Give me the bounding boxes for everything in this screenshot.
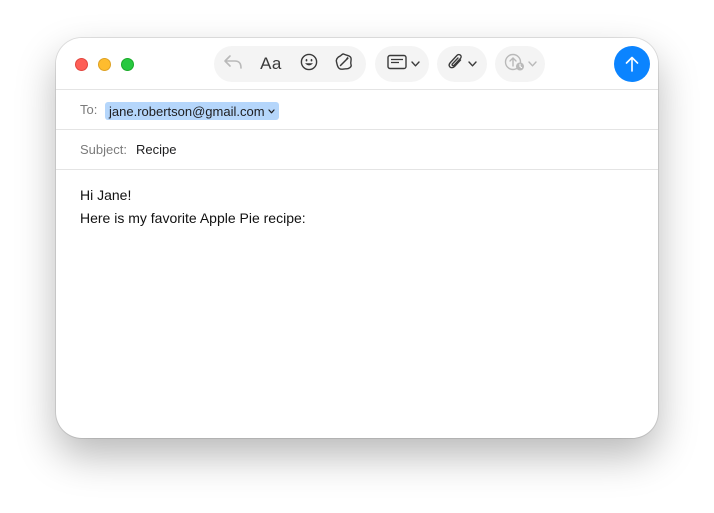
format-toolbar-group: Aa xyxy=(214,46,366,82)
close-window-button[interactable] xyxy=(75,58,88,71)
chevron-down-icon xyxy=(467,61,477,67)
subject-input[interactable]: Recipe xyxy=(136,142,176,157)
subject-field-row: Subject: Recipe xyxy=(56,130,658,170)
header-fields-menu-button[interactable] xyxy=(381,46,425,82)
chevron-down-icon[interactable] xyxy=(267,108,275,114)
format-label: Aa xyxy=(260,54,282,73)
zoom-window-button[interactable] xyxy=(121,58,134,71)
chevron-down-icon xyxy=(527,61,537,67)
send-arrow-up-icon xyxy=(624,55,640,73)
writing-tools-icon xyxy=(334,52,354,77)
header-fields-icon xyxy=(386,54,407,75)
body-line: Hi Jane! xyxy=(80,187,132,203)
header-fields-group xyxy=(375,46,429,82)
to-field-row: To: jane.robertson@gmail.com xyxy=(56,90,658,130)
reply-button[interactable] xyxy=(218,46,248,82)
send-later-button[interactable] xyxy=(500,46,540,82)
emoji-button[interactable] xyxy=(294,46,324,82)
send-later-icon xyxy=(504,52,526,77)
minimize-window-button[interactable] xyxy=(98,58,111,71)
send-later-group xyxy=(495,46,545,82)
chevron-down-icon xyxy=(410,61,420,67)
smiley-icon xyxy=(300,53,318,76)
mail-compose-window: Aa To: jane.robertson@gmail.com Subject:… xyxy=(56,38,658,438)
subject-label: Subject: xyxy=(80,142,127,157)
to-label: To: xyxy=(80,102,98,117)
body-line: Here is my favorite Apple Pie recipe: xyxy=(80,210,306,226)
recipient-address: jane.robertson@gmail.com xyxy=(109,103,265,119)
recipient-token[interactable]: jane.robertson@gmail.com xyxy=(105,102,279,120)
send-button[interactable] xyxy=(614,46,650,82)
paperclip-icon xyxy=(447,52,464,77)
toolbar: Aa xyxy=(56,38,658,90)
writing-tools-button[interactable] xyxy=(328,46,360,82)
attachment-group xyxy=(437,46,487,82)
message-body[interactable]: Hi Jane! Here is my favorite Apple Pie r… xyxy=(80,184,306,230)
reply-arrow-icon xyxy=(223,54,243,75)
attach-file-button[interactable] xyxy=(442,46,482,82)
format-button[interactable]: Aa xyxy=(254,46,288,82)
